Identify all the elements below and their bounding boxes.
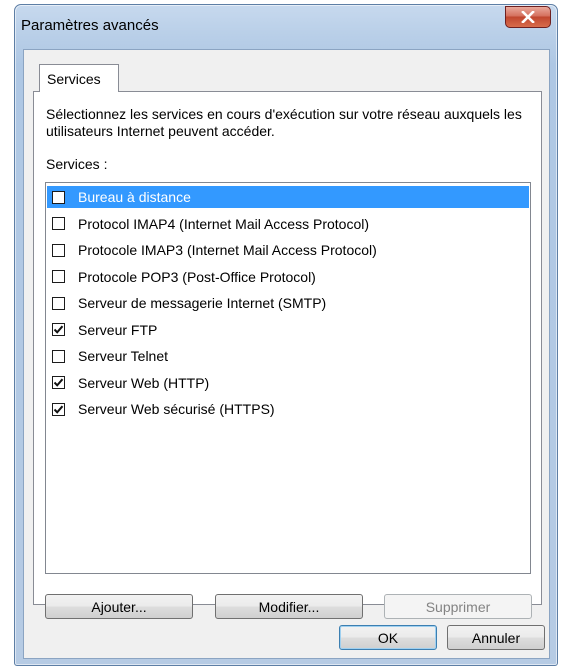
service-label: Protocole IMAP3 (Internet Mail Access Pr… [78, 242, 377, 258]
services-listbox[interactable]: Bureau à distance Protocol IMAP4 (Interne… [45, 182, 531, 574]
service-label: Serveur de messagerie Internet (SMTP) [78, 295, 327, 311]
ok-button[interactable]: OK [339, 625, 437, 650]
service-checkbox[interactable] [52, 190, 65, 204]
service-label: Protocole POP3 (Post-Office Protocol) [78, 268, 316, 285]
close-icon [521, 11, 535, 23]
service-label: Serveur Web sécurisé (HTTPS) [78, 401, 275, 417]
service-list-item[interactable]: Protocol IMAP4 (Internet Mail Access Pro… [47, 213, 529, 235]
service-checkbox[interactable] [52, 323, 65, 336]
add-button-label: Ajouter... [91, 598, 147, 615]
service-checkbox[interactable] [52, 296, 65, 310]
add-button[interactable]: Ajouter... [45, 594, 193, 619]
service-list-item[interactable]: Serveur Telnet [47, 345, 529, 367]
service-list-item[interactable]: Serveur FTP [47, 319, 529, 341]
dialog-window: Paramètres avancés Services Sélectionnez… [14, 4, 558, 666]
services-tab-page: Sélectionnez les services en cours d'exé… [33, 91, 542, 619]
service-list-item[interactable]: Bureau à distance [47, 186, 529, 208]
service-label: Bureau à distance [78, 189, 191, 205]
service-label: Serveur FTP [78, 321, 158, 338]
service-label: Serveur Web (HTTP) [78, 374, 210, 391]
service-checkbox[interactable] [52, 217, 65, 230]
close-button[interactable] [505, 6, 551, 28]
tab-services[interactable]: Services [39, 64, 119, 92]
service-checkbox[interactable] [52, 376, 65, 389]
modify-button[interactable]: Modifier... [215, 594, 363, 619]
service-checkbox[interactable] [52, 270, 65, 283]
window-title: Paramètres avancés [21, 17, 159, 34]
modify-button-label: Modifier... [258, 598, 320, 615]
service-checkbox[interactable] [52, 349, 65, 363]
services-label: Services : [46, 156, 108, 172]
service-list-item[interactable]: Serveur de messagerie Internet (SMTP) [47, 292, 529, 314]
service-checkbox[interactable] [52, 243, 65, 257]
service-label: Protocol IMAP4 (Internet Mail Access Pro… [78, 215, 369, 232]
service-label: Serveur Telnet [78, 348, 169, 364]
checkmark-icon [53, 405, 64, 414]
delete-button-label: Supprimer [425, 598, 491, 615]
ok-button-label: OK [377, 629, 399, 646]
checkmark-icon [53, 378, 64, 387]
cancel-button-label: Annuler [471, 629, 521, 646]
description-text: Sélectionnez les services en cours d'exé… [46, 106, 522, 139]
cancel-button[interactable]: Annuler [447, 625, 545, 650]
service-list-item[interactable]: Serveur Web sécurisé (HTTPS) [47, 398, 529, 420]
service-list-item[interactable]: Protocole POP3 (Post-Office Protocol) [47, 266, 529, 288]
checkmark-icon [53, 325, 64, 334]
service-checkbox[interactable] [52, 402, 65, 416]
dialog-client-area: Services Sélectionnez les services en co… [23, 49, 550, 659]
service-list-item[interactable]: Serveur Web (HTTP) [47, 372, 529, 394]
delete-button[interactable]: Supprimer [384, 594, 532, 619]
service-list-item[interactable]: Protocole IMAP3 (Internet Mail Access Pr… [47, 239, 529, 261]
